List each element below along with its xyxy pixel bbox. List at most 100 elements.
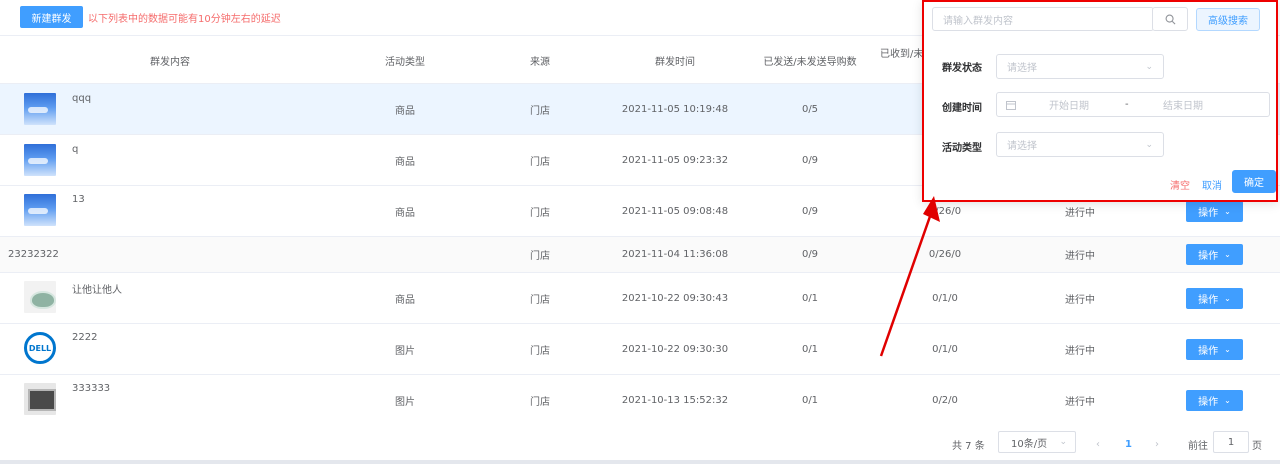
operate-button[interactable]: 操作 ⌄: [1186, 339, 1243, 360]
search-placeholder: 请输入群发内容: [943, 15, 1013, 27]
chevron-down-icon: ⌄: [1059, 437, 1067, 447]
page-suffix: 页: [1252, 440, 1262, 452]
row-sent: 0/1: [801, 394, 819, 406]
activity-placeholder: 请选择: [1007, 141, 1037, 152]
row-activity-type: 商品: [395, 156, 415, 168]
row-received: 0/2/0: [932, 394, 958, 406]
cancel-button[interactable]: 取消: [1202, 177, 1222, 192]
row-time: 2021-11-05 09:08:48: [621, 205, 729, 217]
row-source: 门店: [530, 294, 550, 306]
row-activity-type: 商品: [395, 105, 415, 117]
table-row[interactable]: 23232322 门店 2021-11-04 11:36:08 0/9 0/26…: [0, 237, 1280, 273]
row-title: 23232322: [8, 249, 59, 260]
row-received: 0/1/0: [932, 343, 958, 355]
new-broadcast-button[interactable]: 新建群发: [20, 6, 83, 28]
created-time-label: 创建时间: [942, 103, 982, 114]
operate-label: 操作: [1198, 208, 1219, 219]
operate-button[interactable]: 操作 ⌄: [1186, 288, 1243, 309]
pagination: 共 7 条 ‹ 1 › 前往 页: [0, 424, 1280, 464]
total-count: 共 7 条: [952, 440, 985, 452]
chevron-down-icon: ⌄: [1224, 396, 1231, 405]
row-sent: 0/9: [801, 154, 819, 166]
row-status: 进行中: [1065, 396, 1095, 408]
activity-type-label: 活动类型: [942, 143, 982, 154]
next-page-icon[interactable]: ›: [1155, 424, 1159, 464]
prev-page-icon[interactable]: ‹: [1096, 424, 1100, 464]
search-input[interactable]: 请输入群发内容: [932, 7, 1154, 31]
row-source: 门店: [530, 105, 550, 117]
table-row[interactable]: DELL 2222 图片 门店 2021-10-22 09:30:30 0/1 …: [0, 324, 1280, 375]
chevron-down-icon: ⌄: [1224, 250, 1231, 259]
advanced-search-button[interactable]: 高级搜索: [1196, 8, 1260, 31]
activity-type-select[interactable]: 请选择 ⌄: [996, 132, 1164, 157]
operate-label: 操作: [1198, 346, 1219, 357]
row-time: 2021-11-04 11:36:08: [621, 249, 729, 260]
col-activity-type: 活动类型: [385, 56, 425, 68]
row-title: 333333: [72, 383, 111, 394]
chevron-down-icon: ⌄: [1145, 61, 1153, 72]
row-source: 门店: [530, 156, 550, 168]
operate-label: 操作: [1198, 295, 1219, 306]
table-row[interactable]: 让他让他人 商品 门店 2021-10-22 09:30:43 0/1 0/1/…: [0, 273, 1280, 324]
col-time: 群发时间: [655, 56, 695, 68]
row-title: 2222: [72, 332, 98, 343]
operate-button[interactable]: 操作 ⌄: [1186, 390, 1243, 411]
footer-divider: [0, 460, 1280, 464]
sky-image: [24, 144, 56, 176]
row-source: 门店: [530, 251, 550, 262]
start-date-placeholder: 开始日期: [1049, 101, 1089, 112]
row-sent: 0/9: [801, 249, 819, 260]
row-source: 门店: [530, 207, 550, 219]
chevron-down-icon: ⌄: [1224, 294, 1231, 303]
col-sent: 已发送/未发送导购数: [763, 56, 857, 68]
end-date-placeholder: 结束日期: [1163, 101, 1203, 112]
goto-page-input[interactable]: 1: [1213, 431, 1249, 453]
page-size-select[interactable]: 10条/页 ⌄: [998, 431, 1076, 453]
page-size-value: 10条/页: [1011, 438, 1048, 450]
search-icon: [1165, 14, 1175, 24]
operate-button[interactable]: 操作 ⌄: [1186, 201, 1243, 222]
confirm-button[interactable]: 确定: [1232, 170, 1276, 193]
status-label: 群发状态: [942, 63, 982, 74]
calendar-icon: [1006, 101, 1016, 110]
row-status: 进行中: [1065, 251, 1095, 262]
col-content: 群发内容: [150, 56, 190, 68]
advanced-filter-panel: 请输入群发内容 高级搜索 群发状态 请选择 ⌄ 创建时间 开始日期 - 结束日期…: [922, 0, 1278, 202]
row-time: 2021-10-13 15:52:32: [621, 394, 729, 406]
chevron-down-icon: ⌄: [1145, 139, 1153, 150]
operate-button[interactable]: 操作 ⌄: [1186, 244, 1243, 265]
row-title: qqq: [72, 93, 92, 104]
row-status: 进行中: [1065, 294, 1095, 306]
chevron-down-icon: ⌄: [1224, 345, 1231, 354]
row-title: q: [72, 144, 79, 155]
clear-button[interactable]: 清空: [1170, 177, 1190, 192]
delay-notice: 以下列表中的数据可能有10分钟左右的延迟: [88, 14, 281, 25]
row-activity-type: 图片: [395, 396, 415, 408]
row-activity-type: 商品: [395, 294, 415, 306]
sky-image: [24, 93, 56, 125]
goto-label: 前往: [1188, 440, 1208, 452]
status-select[interactable]: 请选择 ⌄: [996, 54, 1164, 79]
page-number[interactable]: 1: [1125, 424, 1132, 464]
search-button[interactable]: [1152, 7, 1188, 31]
row-sent: 0/5: [801, 103, 819, 115]
row-title: 13: [72, 194, 85, 205]
row-received: 0/1/0: [932, 292, 958, 304]
row-source: 门店: [530, 396, 550, 408]
bowl-image: [24, 281, 56, 313]
row-status: 进行中: [1065, 345, 1095, 357]
chevron-down-icon: ⌄: [1224, 207, 1231, 216]
range-separator: -: [1125, 99, 1129, 110]
date-range-picker[interactable]: 开始日期 - 结束日期: [996, 92, 1270, 117]
row-activity-type: 图片: [395, 345, 415, 357]
row-sent: 0/9: [801, 205, 819, 217]
operate-label: 操作: [1198, 397, 1219, 408]
row-sent: 0/1: [801, 343, 819, 355]
row-source: 门店: [530, 345, 550, 357]
laptop-image: [24, 383, 56, 415]
row-time: 2021-11-05 09:23:32: [621, 154, 729, 166]
table-row[interactable]: 333333 图片 门店 2021-10-13 15:52:32 0/1 0/2…: [0, 375, 1280, 426]
operate-label: 操作: [1198, 251, 1219, 262]
row-received: 0/26/0: [928, 249, 962, 260]
row-time: 2021-10-22 09:30:43: [621, 292, 729, 304]
